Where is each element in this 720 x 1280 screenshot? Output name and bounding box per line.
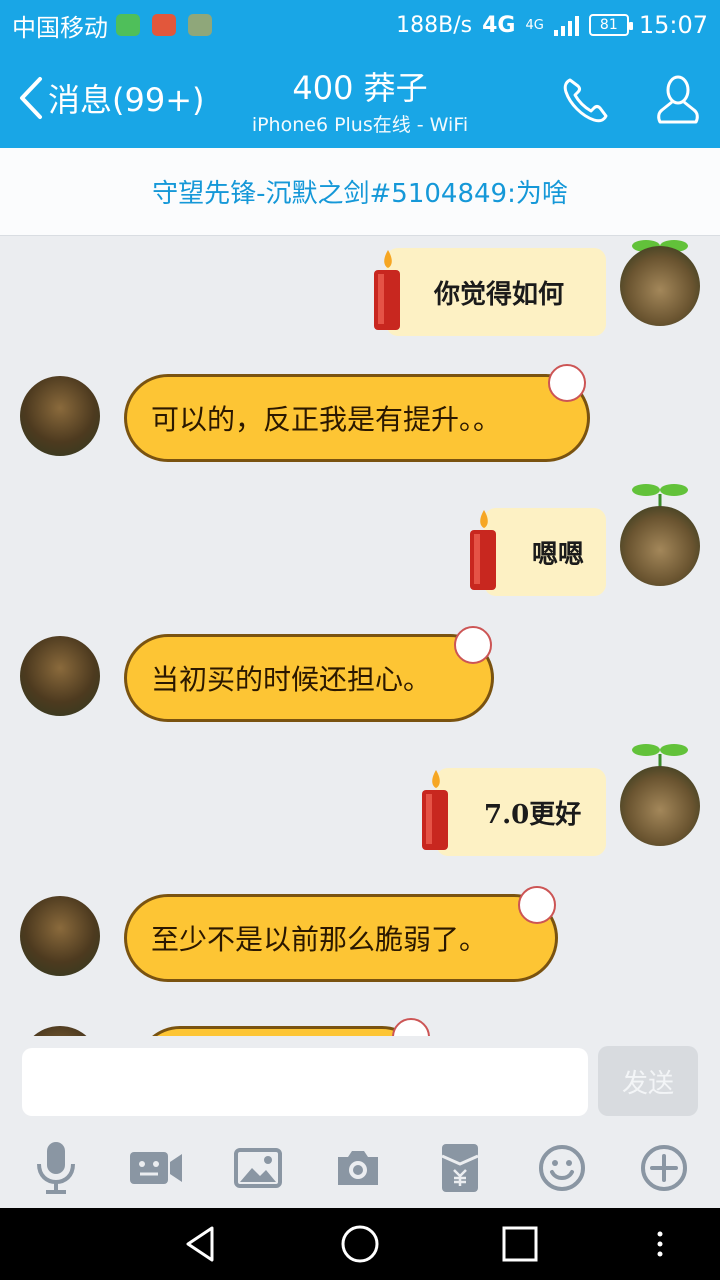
header: 消息(99+) 400 莽子 iPhone6 Plus在线 - WiFi xyxy=(0,50,720,148)
message-bubble-other[interactable]: 至少不是以前那么脆弱了。 xyxy=(124,894,558,982)
camera-icon xyxy=(338,1151,378,1185)
message-text: 至少不是以前那么脆弱了。 xyxy=(151,923,488,956)
message-input[interactable] xyxy=(22,1048,588,1116)
contact-name: 400 莽子 xyxy=(292,69,428,107)
network-type: 4G xyxy=(482,12,516,38)
voice-button[interactable] xyxy=(28,1140,84,1196)
message-bubble-other[interactable]: 可以的，反正我是有提升。。 xyxy=(124,374,590,462)
message-text: 你觉得如何 xyxy=(434,279,565,310)
status-bar: 中国移动 188B/s 4G 4G 81 15:07 xyxy=(0,0,720,50)
app-notification-icon xyxy=(152,14,176,36)
my-avatar[interactable] xyxy=(620,506,700,586)
emoji-button[interactable] xyxy=(534,1140,590,1196)
group-notice-banner[interactable]: 守望先锋-沉默之剑#5104849:为啥 xyxy=(0,148,720,236)
video-icon xyxy=(130,1152,182,1184)
video-call-button[interactable] xyxy=(128,1140,184,1196)
plus-icon xyxy=(641,1145,687,1191)
back-label: 消息(99+) xyxy=(48,81,205,119)
bubble-mascot-icon xyxy=(518,886,556,924)
clock: 15:07 xyxy=(638,11,708,39)
red-packet-icon xyxy=(441,1144,479,1192)
microphone-icon xyxy=(37,1142,75,1194)
signal-icon xyxy=(553,14,579,36)
battery-icon: 81 xyxy=(588,14,633,36)
home-circle-icon[interactable] xyxy=(338,1222,382,1266)
contact-avatar[interactable] xyxy=(20,636,100,716)
camera-button[interactable] xyxy=(330,1140,386,1196)
contact-profile-icon[interactable] xyxy=(650,72,706,128)
net-speed: 188B/s xyxy=(396,12,473,38)
image-button[interactable] xyxy=(230,1140,286,1196)
chat-title-area[interactable]: 400 莽子 iPhone6 Plus在线 - WiFi xyxy=(200,68,520,137)
system-navigation-bar xyxy=(0,1208,720,1280)
contact-avatar[interactable] xyxy=(20,1026,100,1036)
menu-dots-icon[interactable] xyxy=(638,1222,682,1266)
recents-square-icon[interactable] xyxy=(498,1222,542,1266)
message-text: 当初买的时候还担心。 xyxy=(151,663,432,696)
candle-decoration xyxy=(470,510,496,590)
more-button[interactable] xyxy=(636,1140,692,1196)
contact-avatar[interactable] xyxy=(20,896,100,976)
input-panel: 发送 xyxy=(0,1036,720,1208)
phone-call-icon[interactable] xyxy=(560,74,612,126)
carrier-name: 中国移动 xyxy=(12,13,108,42)
image-icon xyxy=(234,1148,282,1188)
back-button[interactable]: 消息(99+) xyxy=(18,70,205,126)
message-list[interactable]: 你觉得如何 可以的，反正我是有提升。。 嗯嗯 当初买的时候还担心。 7.0更好 … xyxy=(0,236,720,1036)
send-button[interactable]: 发送 xyxy=(598,1046,698,1116)
app-notification-icon xyxy=(116,14,140,36)
input-toolbar xyxy=(0,1132,720,1202)
bubble-mascot-icon xyxy=(548,364,586,402)
my-avatar[interactable] xyxy=(620,766,700,846)
emoji-icon xyxy=(539,1145,585,1191)
my-avatar[interactable] xyxy=(620,246,700,326)
message-bubble-mine[interactable]: 你觉得如何 xyxy=(386,248,606,336)
message-text: 7.0更好 xyxy=(484,799,582,830)
chevron-left-icon xyxy=(20,77,42,119)
message-bubble-other[interactable] xyxy=(136,1026,426,1036)
candle-decoration xyxy=(374,250,400,330)
bubble-mascot-icon xyxy=(392,1018,430,1036)
back-triangle-icon[interactable] xyxy=(178,1222,222,1266)
battery-level: 81 xyxy=(599,17,618,33)
message-bubble-mine[interactable]: 嗯嗯 xyxy=(484,508,606,596)
message-bubble-other[interactable]: 当初买的时候还担心。 xyxy=(124,634,494,722)
network-type-small: 4G xyxy=(525,17,544,33)
contact-avatar[interactable] xyxy=(20,376,100,456)
message-bubble-mine[interactable]: 7.0更好 xyxy=(436,768,606,856)
bubble-mascot-icon xyxy=(454,626,492,664)
app-notification-icon xyxy=(188,14,212,36)
message-text: 可以的，反正我是有提升。。 xyxy=(151,403,502,436)
notice-text: 守望先锋-沉默之剑#5104849:为啥 xyxy=(152,179,568,209)
red-packet-button[interactable] xyxy=(432,1140,488,1196)
send-label: 发送 xyxy=(621,1068,674,1099)
message-text: 嗯嗯 xyxy=(532,539,585,570)
online-status: iPhone6 Plus在线 - WiFi xyxy=(251,114,469,136)
candle-decoration xyxy=(422,770,448,850)
